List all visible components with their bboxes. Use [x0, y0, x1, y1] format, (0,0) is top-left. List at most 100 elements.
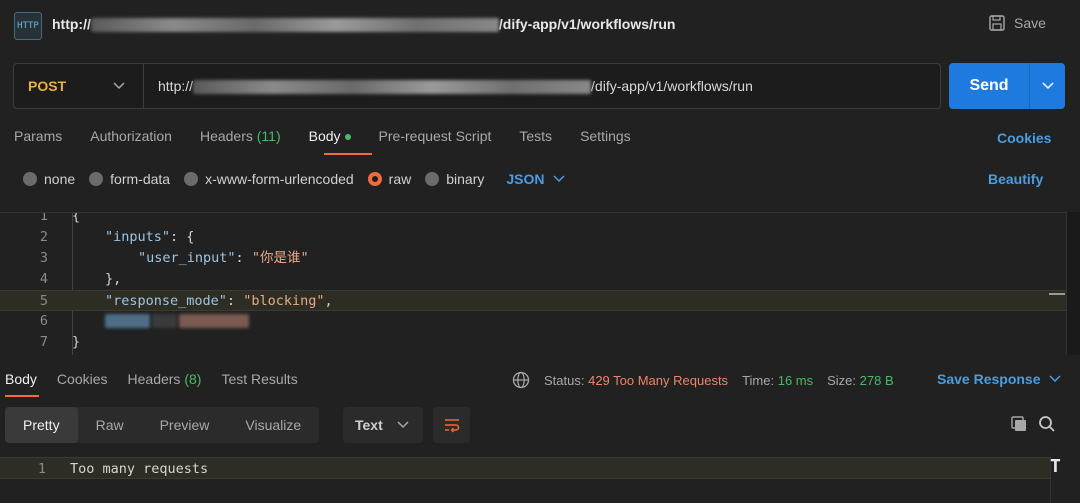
active-tab-indicator [324, 153, 372, 155]
headers-count: (11) [256, 128, 281, 144]
response-tab-test-results[interactable]: Test Results [221, 371, 297, 387]
save-label: Save [1014, 15, 1046, 31]
send-options-button[interactable] [1029, 63, 1065, 109]
radio-icon [425, 172, 440, 186]
view-preview[interactable]: Preview [142, 407, 228, 443]
save-button[interactable]: Save [988, 14, 1046, 32]
beautify-button[interactable]: Beautify [988, 171, 1043, 187]
code-text: }, [105, 271, 122, 287]
tab-settings[interactable]: Settings [580, 128, 631, 144]
code-line: 7 } [0, 332, 1066, 353]
response-tab-body[interactable]: Body [5, 371, 37, 387]
line-number: 2 [39, 229, 48, 245]
wrap-lines-button[interactable] [433, 407, 470, 443]
radio-none[interactable]: none [23, 171, 75, 187]
status-value[interactable]: 429 Too Many Requests [588, 373, 728, 388]
response-body-viewer[interactable]: 1 Too many requests [0, 455, 1080, 503]
code-text: } [72, 334, 81, 350]
size-value[interactable]: 278 B [860, 373, 894, 388]
code-line: 3 "user_input": "你是谁" [0, 248, 1066, 269]
http-request-icon: HTTP [14, 12, 42, 40]
copy-icon[interactable] [1010, 415, 1028, 436]
view-visualize[interactable]: Visualize [227, 407, 319, 443]
response-headers-count: (8) [184, 371, 202, 387]
radio-binary[interactable]: binary [425, 171, 484, 187]
body-indicator-dot [344, 134, 351, 141]
line-number: 1 [39, 212, 48, 224]
chevron-down-icon [113, 82, 125, 90]
chevron-down-icon [552, 175, 565, 183]
size-label: Size: [827, 372, 857, 388]
url-prefix: http:// [158, 77, 194, 94]
scroll-position-marker [1049, 293, 1065, 295]
line-number: 5 [39, 293, 48, 309]
radio-icon [184, 172, 199, 186]
request-tabs: Params Authorization Headers (11) Body P… [14, 128, 631, 144]
tab-headers[interactable]: Headers (11) [200, 128, 281, 144]
radio-raw-label: raw [388, 171, 412, 187]
time-value[interactable]: 16 ms [778, 373, 813, 388]
tab-body-label: Body [308, 128, 341, 144]
code-text: "inputs": { [105, 229, 195, 245]
line-number: 3 [39, 250, 48, 266]
radio-form-data-label: form-data [110, 171, 171, 187]
globe-icon[interactable] [512, 371, 530, 389]
code-text: { [72, 212, 81, 224]
body-format-select[interactable]: JSON [506, 171, 565, 187]
radio-raw[interactable]: raw [367, 171, 412, 187]
response-active-tab-indicator [5, 395, 39, 397]
code-line-highlighted: 5 "response_mode": "blocking", [0, 290, 1066, 311]
radio-form-data[interactable]: form-data [89, 171, 170, 187]
status-label: Status: [544, 372, 585, 388]
time-label: Time: [742, 372, 775, 388]
radio-selected-icon [367, 172, 382, 186]
url-bar: POST http:// /dify-app/v1/workflows/run [13, 63, 941, 109]
method-select[interactable]: POST [14, 64, 144, 108]
body-type-options: none form-data x-www-form-urlencoded raw… [23, 171, 565, 187]
response-tab-headers[interactable]: Headers (8) [128, 371, 202, 387]
tab-pre-request-script[interactable]: Pre-request Script [379, 128, 492, 144]
title-url-prefix: http:// [52, 16, 91, 32]
code-line: 4 }, [0, 269, 1066, 290]
redacted-host [90, 18, 499, 33]
radio-icon [89, 172, 104, 186]
request-title[interactable]: http:// /dify-app/v1/workflows/run [52, 16, 675, 33]
chevron-down-icon [397, 421, 409, 429]
radio-urlencoded-label: x-www-form-urlencoded [205, 171, 354, 187]
tab-headers-label: Headers [199, 128, 253, 144]
method-label: POST [28, 78, 67, 94]
response-format-select[interactable]: Text [343, 407, 423, 443]
response-tab-cookies[interactable]: Cookies [57, 371, 108, 387]
wrap-lines-icon [444, 419, 459, 433]
response-text: Too many requests [70, 461, 209, 477]
chevron-down-icon [1041, 82, 1054, 90]
request-body-editor[interactable]: 1 { 2 "inputs": { 3 "user_input": "你是谁" … [0, 212, 1066, 355]
send-button[interactable]: Send [949, 63, 1065, 109]
response-status-bar: Status: 429 Too Many Requests Time: 16 m… [512, 371, 894, 389]
view-pretty[interactable]: Pretty [5, 407, 78, 443]
tab-params[interactable]: Params [14, 128, 62, 144]
response-tabs: Body Cookies Headers (8) Test Results [5, 371, 298, 387]
editor-scrollbar[interactable] [1066, 212, 1080, 355]
chevron-down-icon [1048, 375, 1061, 383]
code-line: 2 "inputs": { [0, 227, 1066, 248]
tab-authorization[interactable]: Authorization [90, 128, 172, 144]
radio-binary-label: binary [446, 171, 485, 187]
code-text: "user_input": "你是谁" [138, 250, 309, 266]
body-format-label: JSON [506, 171, 545, 187]
search-icon[interactable] [1038, 415, 1056, 436]
cookies-link[interactable]: Cookies [997, 130, 1051, 146]
response-headers-label: Headers [127, 371, 181, 387]
line-number: 4 [39, 271, 48, 287]
save-response-button[interactable]: Save Response [937, 371, 1061, 387]
response-format-label: Text [355, 417, 383, 433]
text-cursor-icon: T [1050, 456, 1061, 477]
tab-body[interactable]: Body [309, 128, 351, 144]
tab-tests[interactable]: Tests [519, 128, 552, 144]
radio-urlencoded[interactable]: x-www-form-urlencoded [184, 171, 354, 187]
save-icon [989, 15, 1005, 31]
redacted-code [105, 311, 249, 332]
response-view-mode: Pretty Raw Preview Visualize [5, 407, 320, 443]
view-raw[interactable]: Raw [78, 407, 142, 443]
url-input[interactable]: http:// /dify-app/v1/workflows/run [144, 77, 753, 95]
